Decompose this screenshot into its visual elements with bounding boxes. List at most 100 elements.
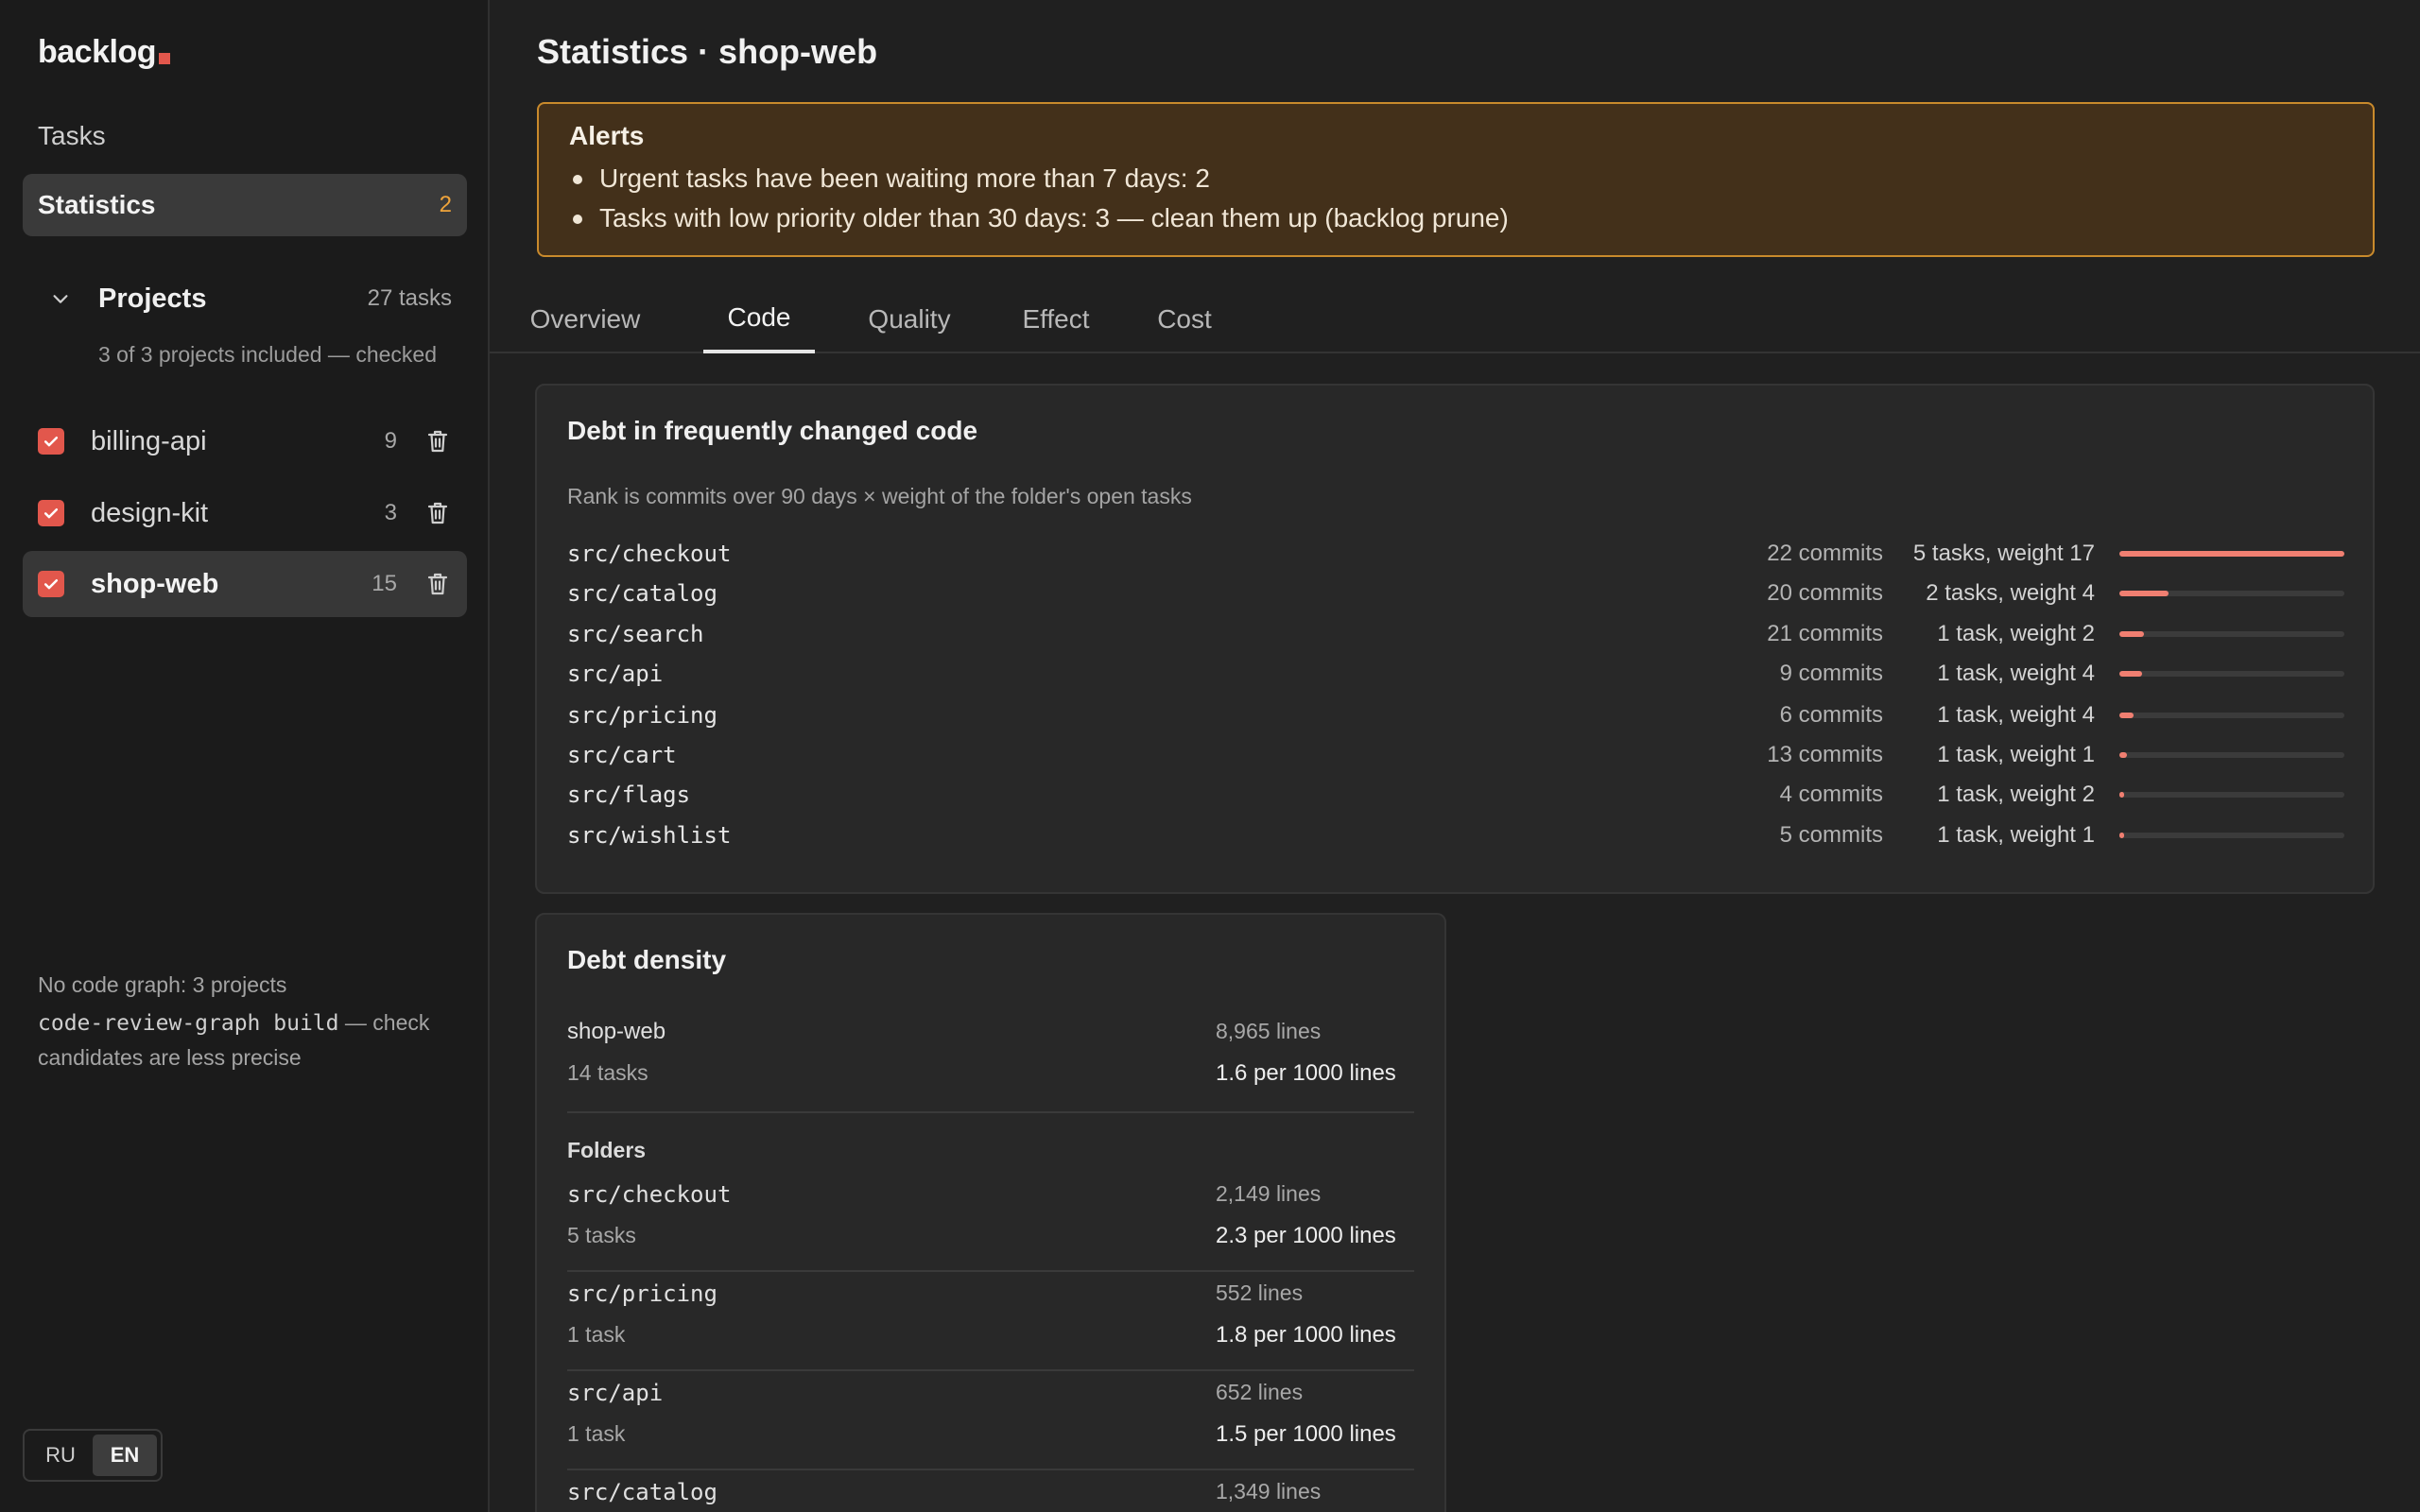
hotspot-commits: 4 commits (1779, 782, 1883, 807)
project-row-shop-web[interactable]: shop-web 15 (23, 551, 467, 617)
hotspot-row[interactable]: src/search 21 commits 1 task, weight 2 (567, 615, 2344, 653)
density-folder-tasks: 5 tasks (567, 1223, 636, 1247)
hotspot-commits: 21 commits (1767, 621, 1883, 646)
hotspot-row[interactable]: src/pricing 6 commits 1 task, weight 4 (567, 696, 2344, 734)
divider (567, 1469, 1414, 1470)
density-project-lines: 8,965 lines (1216, 1019, 1322, 1043)
hotspot-bar (2119, 833, 2344, 838)
hotspot-commits: 20 commits (1767, 580, 1883, 606)
hotspot-bar-fill (2119, 833, 2124, 838)
hotspot-bar (2119, 752, 2344, 758)
hotspot-weight: 1 task, weight 2 (1937, 782, 2095, 807)
language-switcher: RU EN (23, 1429, 163, 1482)
density-folder-per: 1.8 per 1000 lines (1216, 1322, 1396, 1348)
hotspot-commits: 5 commits (1779, 822, 1883, 848)
alerts-title: Alerts (569, 121, 645, 150)
density-folder-tasks: 1 task (567, 1322, 626, 1347)
lang-en-button[interactable]: EN (93, 1435, 157, 1476)
logo-dot (158, 53, 170, 64)
hotspot-row[interactable]: src/wishlist 5 commits 1 task, weight 1 (567, 816, 2344, 854)
hotspot-bar-fill (2119, 631, 2145, 637)
project-row-billing-api[interactable]: billing-api 9 (23, 408, 467, 474)
main-content: Statistics · shop-web Alerts Urgent task… (490, 0, 2420, 1512)
hotspot-path: src/pricing (567, 702, 717, 729)
hotspot-bar (2119, 631, 2344, 637)
hotspot-bar-fill (2119, 671, 2142, 677)
density-title: Debt density (567, 945, 727, 974)
hotspot-weight: 5 tasks, weight 17 (1912, 541, 2095, 566)
nav-tasks[interactable]: Tasks (38, 121, 106, 151)
hotspot-row[interactable]: src/catalog 20 commits 2 tasks, weight 4 (567, 575, 2344, 612)
density-folder-row-2: 1 task 1.5 per 1000 lines (567, 1421, 1414, 1447)
density-folder-lines: 552 lines (1216, 1280, 1304, 1305)
project-name: design-kit (91, 497, 209, 528)
nav-statistics-label: Statistics (38, 190, 156, 219)
trash-icon[interactable] (424, 499, 452, 527)
density-folder-row: src/pricing 552 lines (567, 1280, 1414, 1307)
density-folder-path: src/api (567, 1380, 664, 1406)
density-folder-lines: 1,349 lines (1216, 1479, 1322, 1503)
divider (567, 1111, 1414, 1113)
trash-icon[interactable] (424, 570, 452, 598)
project-name: shop-web (91, 568, 219, 599)
chevron-down-icon[interactable] (42, 280, 79, 318)
density-project-row-2: 14 tasks 1.6 per 1000 lines (567, 1060, 1414, 1086)
project-count: 15 (372, 571, 397, 596)
hotspot-row[interactable]: src/checkout 22 commits 5 tasks, weight 17 (567, 535, 2344, 573)
project-checkbox[interactable] (38, 500, 64, 526)
hotspot-weight: 1 task, weight 1 (1937, 822, 2095, 848)
projects-note: 3 of 3 projects included — checked (98, 342, 437, 367)
density-folder-path: src/checkout (567, 1181, 732, 1208)
tab-cost[interactable]: Cost (1142, 285, 1227, 353)
hotspot-row[interactable]: src/flags 4 commits 1 task, weight 2 (567, 776, 2344, 814)
hotspot-weight: 1 task, weight 2 (1937, 621, 2095, 646)
hotspot-weight: 1 task, weight 4 (1937, 702, 2095, 728)
hotspot-bar-fill (2119, 792, 2124, 798)
nav-statistics[interactable]: Statistics 2 (23, 174, 467, 236)
lang-ru-button[interactable]: RU (28, 1435, 93, 1476)
logo[interactable]: backlog (38, 34, 170, 71)
density-folder-lines: 652 lines (1216, 1380, 1304, 1404)
tab-bar: Overview Code Quality Effect Cost (490, 285, 2420, 353)
hotspot-path: src/api (567, 661, 664, 687)
hotspot-row[interactable]: src/cart 13 commits 1 task, weight 1 (567, 736, 2344, 774)
hotspot-weight: 1 task, weight 1 (1937, 742, 2095, 767)
hotspot-bar (2119, 551, 2344, 557)
tab-quality[interactable]: Quality (851, 285, 968, 353)
alert-item: Tasks with low priority older than 30 da… (569, 198, 2342, 238)
hotspot-bar-fill (2119, 551, 2344, 557)
hotspot-bar (2119, 671, 2344, 677)
hotspot-commits: 22 commits (1767, 541, 1883, 566)
density-folder-per: 2.3 per 1000 lines (1216, 1223, 1396, 1248)
project-count: 3 (384, 500, 397, 525)
hotspot-path: src/search (567, 621, 704, 647)
density-folder-row: src/checkout 2,149 lines (567, 1181, 1414, 1208)
hotspots-title: Debt in frequently changed code (567, 416, 978, 445)
trash-icon[interactable] (424, 427, 452, 455)
code-graph-command: code-review-graph build (38, 1011, 339, 1036)
hotspot-weight: 1 task, weight 4 (1937, 661, 2095, 686)
page-title: Statistics · shop-web (537, 32, 878, 71)
project-row-design-kit[interactable]: design-kit 3 (23, 480, 467, 546)
density-project-row: shop-web 8,965 lines (567, 1019, 1414, 1045)
project-name: billing-api (91, 425, 207, 456)
tab-effect[interactable]: Effect (1002, 285, 1110, 353)
tab-code[interactable]: Code (703, 285, 815, 353)
project-count: 9 (384, 428, 397, 454)
density-folder-row: src/catalog 1,349 lines (567, 1479, 1414, 1505)
project-checkbox[interactable] (38, 428, 64, 455)
density-folder-tasks: 1 task (567, 1421, 626, 1446)
code-graph-status: No code graph: 3 projects (38, 972, 287, 997)
hotspot-path: src/flags (567, 782, 691, 808)
hotspots-subtitle: Rank is commits over 90 days × weight of… (567, 484, 1192, 508)
tab-overview[interactable]: Overview (514, 285, 656, 353)
density-project-per: 1.6 per 1000 lines (1216, 1060, 1396, 1086)
projects-title: Projects (98, 283, 207, 314)
hotspot-commits: 13 commits (1767, 742, 1883, 767)
alerts-box: Alerts Urgent tasks have been waiting mo… (537, 102, 2375, 257)
hotspot-path: src/checkout (567, 541, 732, 567)
project-checkbox[interactable] (38, 571, 64, 597)
hotspot-row[interactable]: src/api 9 commits 1 task, weight 4 (567, 655, 2344, 693)
density-folder-per: 1.5 per 1000 lines (1216, 1421, 1396, 1447)
hotspot-path: src/wishlist (567, 822, 732, 849)
